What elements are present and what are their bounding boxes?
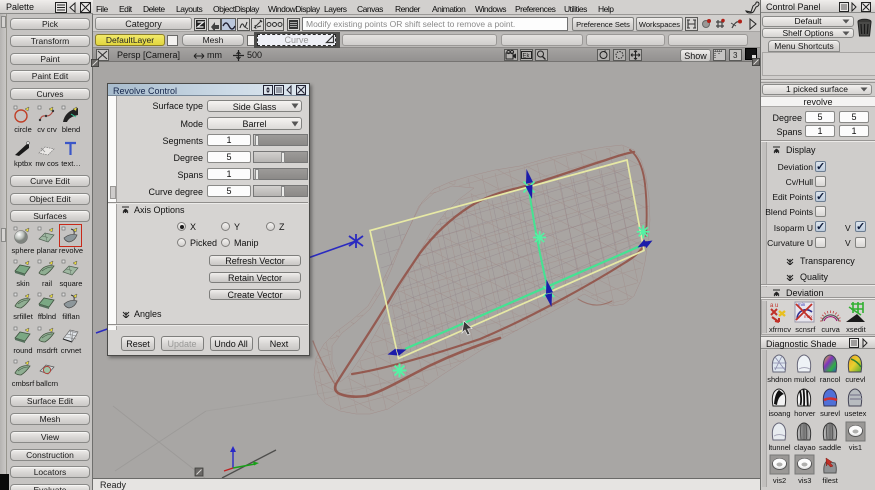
svg-text:3: 3 (733, 51, 738, 60)
svg-text:a u: a u (770, 303, 778, 309)
svg-text:Ek: Ek (523, 54, 531, 60)
